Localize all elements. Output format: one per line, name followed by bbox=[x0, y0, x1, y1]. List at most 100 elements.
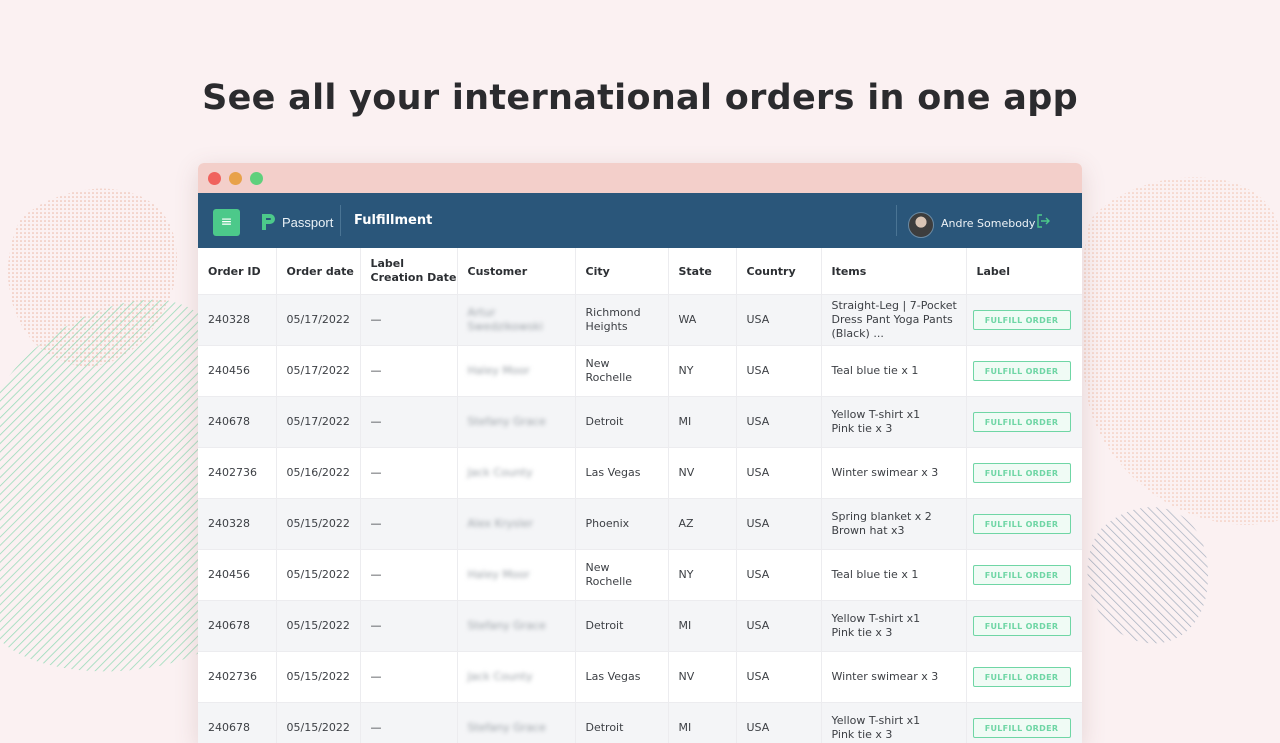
avatar[interactable] bbox=[908, 212, 934, 238]
country-cell: USA bbox=[736, 448, 821, 499]
item-line: Teal blue tie x 1 bbox=[832, 364, 958, 378]
user-name[interactable]: Andre Somebody bbox=[941, 217, 1035, 230]
customer-cell-text: Haley Moor bbox=[468, 568, 530, 581]
col-header-country[interactable]: Country bbox=[736, 248, 821, 295]
order-id-cell-text: 240678 bbox=[208, 721, 250, 734]
hamburger-menu-button[interactable]: ≡ bbox=[213, 209, 240, 236]
close-window-dot[interactable] bbox=[208, 172, 221, 185]
city-cell: Las Vegas bbox=[575, 652, 668, 703]
label-date-cell: — bbox=[360, 601, 457, 652]
col-header-label-creation-date[interactable]: Label Creation Date bbox=[360, 248, 457, 295]
order-id-cell: 240328 bbox=[198, 295, 276, 346]
country-cell: USA bbox=[736, 499, 821, 550]
table-row[interactable]: 240273605/15/2022—Jack CountyLas VegasNV… bbox=[198, 652, 1082, 703]
col-header-label[interactable]: Label bbox=[966, 248, 1082, 295]
table-row[interactable]: 24067805/17/2022—Stefany GraceDetroitMIU… bbox=[198, 397, 1082, 448]
customer-cell: Haley Moor bbox=[457, 550, 575, 601]
col-header-items[interactable]: Items bbox=[821, 248, 966, 295]
order-date-cell-text: 05/17/2022 bbox=[287, 364, 350, 377]
order-date-cell-text: 05/15/2022 bbox=[287, 721, 350, 734]
state-cell-text: WA bbox=[679, 313, 697, 326]
fulfill-order-button[interactable]: FULFILL ORDER bbox=[973, 616, 1071, 636]
label-date-cell: — bbox=[360, 397, 457, 448]
table-row[interactable]: 24032805/15/2022—Alex KryslerPhoenixAZUS… bbox=[198, 499, 1082, 550]
customer-cell-text: Stefany Grace bbox=[468, 619, 546, 632]
city-cell: New Rochelle bbox=[575, 550, 668, 601]
order-id-cell: 2402736 bbox=[198, 448, 276, 499]
city-cell-text: Detroit bbox=[586, 721, 624, 734]
section-title: Fulfillment bbox=[354, 213, 432, 228]
fulfill-order-button[interactable]: FULFILL ORDER bbox=[973, 514, 1071, 534]
item-line: Spring blanket x 2 bbox=[832, 510, 958, 524]
table-row[interactable]: 24032805/17/2022—Artur SwedzikowskiRichm… bbox=[198, 295, 1082, 346]
customer-cell: Stefany Grace bbox=[457, 397, 575, 448]
table-row[interactable]: 24045605/17/2022—Haley MoorNew RochelleN… bbox=[198, 346, 1082, 397]
table-row[interactable]: 240273605/16/2022—Jack CountyLas VegasNV… bbox=[198, 448, 1082, 499]
col-header-order-date[interactable]: Order date bbox=[276, 248, 360, 295]
label-action-cell: FULFILL ORDER bbox=[966, 295, 1082, 346]
minimize-window-dot[interactable] bbox=[229, 172, 242, 185]
item-line: Pink tie x 3 bbox=[832, 626, 958, 640]
country-cell-text: USA bbox=[747, 619, 770, 632]
table-row[interactable]: 24067805/15/2022—Stefany GraceDetroitMIU… bbox=[198, 703, 1082, 743]
label-action-cell: FULFILL ORDER bbox=[966, 550, 1082, 601]
col-header-state[interactable]: State bbox=[668, 248, 736, 295]
customer-cell: Haley Moor bbox=[457, 346, 575, 397]
state-cell: NV bbox=[668, 448, 736, 499]
col-header-order-id[interactable]: Order ID bbox=[198, 248, 276, 295]
col-header-customer[interactable]: Customer bbox=[457, 248, 575, 295]
order-date-cell-text: 05/16/2022 bbox=[287, 466, 350, 479]
state-cell-text: AZ bbox=[679, 517, 694, 530]
order-date-cell: 05/16/2022 bbox=[276, 448, 360, 499]
item-line: Yellow T-shirt x1 bbox=[832, 714, 958, 728]
col-header-label-creation-line1: Label bbox=[371, 257, 405, 270]
label-date-cell-text: — bbox=[371, 517, 382, 530]
customer-cell: Stefany Grace bbox=[457, 601, 575, 652]
fulfill-order-button[interactable]: FULFILL ORDER bbox=[973, 361, 1071, 381]
order-date-cell: 05/15/2022 bbox=[276, 703, 360, 743]
item-line: (Black) ... bbox=[832, 327, 958, 341]
country-cell: USA bbox=[736, 703, 821, 743]
label-date-cell: — bbox=[360, 703, 457, 743]
background-pattern-right bbox=[1080, 160, 1280, 720]
item-line: Winter swimear x 3 bbox=[832, 670, 958, 684]
table-row[interactable]: 24045605/15/2022—Haley MoorNew RochelleN… bbox=[198, 550, 1082, 601]
table-row[interactable]: 24067805/15/2022—Stefany GraceDetroitMIU… bbox=[198, 601, 1082, 652]
country-cell: USA bbox=[736, 346, 821, 397]
orders-table: Order ID Order date Label Creation Date … bbox=[198, 248, 1082, 743]
order-date-cell-text: 05/15/2022 bbox=[287, 568, 350, 581]
fulfill-order-button[interactable]: FULFILL ORDER bbox=[973, 310, 1071, 330]
label-date-cell: — bbox=[360, 550, 457, 601]
customer-cell-text: Alex Krysler bbox=[468, 517, 533, 530]
logout-icon[interactable] bbox=[1036, 214, 1050, 228]
state-cell: NY bbox=[668, 346, 736, 397]
fulfill-order-button[interactable]: FULFILL ORDER bbox=[973, 718, 1071, 738]
brand-name: Passport bbox=[282, 215, 333, 230]
customer-cell: Alex Krysler bbox=[457, 499, 575, 550]
country-cell-text: USA bbox=[747, 517, 770, 530]
order-id-cell-text: 240678 bbox=[208, 619, 250, 632]
fulfill-order-button[interactable]: FULFILL ORDER bbox=[973, 463, 1071, 483]
hamburger-icon: ≡ bbox=[221, 214, 233, 230]
country-cell-text: USA bbox=[747, 313, 770, 326]
city-cell: Detroit bbox=[575, 601, 668, 652]
order-id-cell: 240678 bbox=[198, 601, 276, 652]
order-id-cell-text: 2402736 bbox=[208, 466, 257, 479]
maximize-window-dot[interactable] bbox=[250, 172, 263, 185]
state-cell-text: MI bbox=[679, 619, 692, 632]
customer-cell-text: Haley Moor bbox=[468, 364, 530, 377]
state-cell-text: MI bbox=[679, 415, 692, 428]
order-date-cell: 05/15/2022 bbox=[276, 499, 360, 550]
fulfill-order-button[interactable]: FULFILL ORDER bbox=[973, 565, 1071, 585]
country-cell-text: USA bbox=[747, 466, 770, 479]
fulfill-order-button[interactable]: FULFILL ORDER bbox=[973, 667, 1071, 687]
col-header-city[interactable]: City bbox=[575, 248, 668, 295]
order-date-cell: 05/17/2022 bbox=[276, 397, 360, 448]
label-date-cell-text: — bbox=[371, 670, 382, 683]
order-id-cell: 240328 bbox=[198, 499, 276, 550]
brand-logo[interactable]: Passport bbox=[260, 211, 333, 233]
state-cell: NV bbox=[668, 652, 736, 703]
fulfill-order-button[interactable]: FULFILL ORDER bbox=[973, 412, 1071, 432]
country-cell-text: USA bbox=[747, 415, 770, 428]
country-cell-text: USA bbox=[747, 721, 770, 734]
